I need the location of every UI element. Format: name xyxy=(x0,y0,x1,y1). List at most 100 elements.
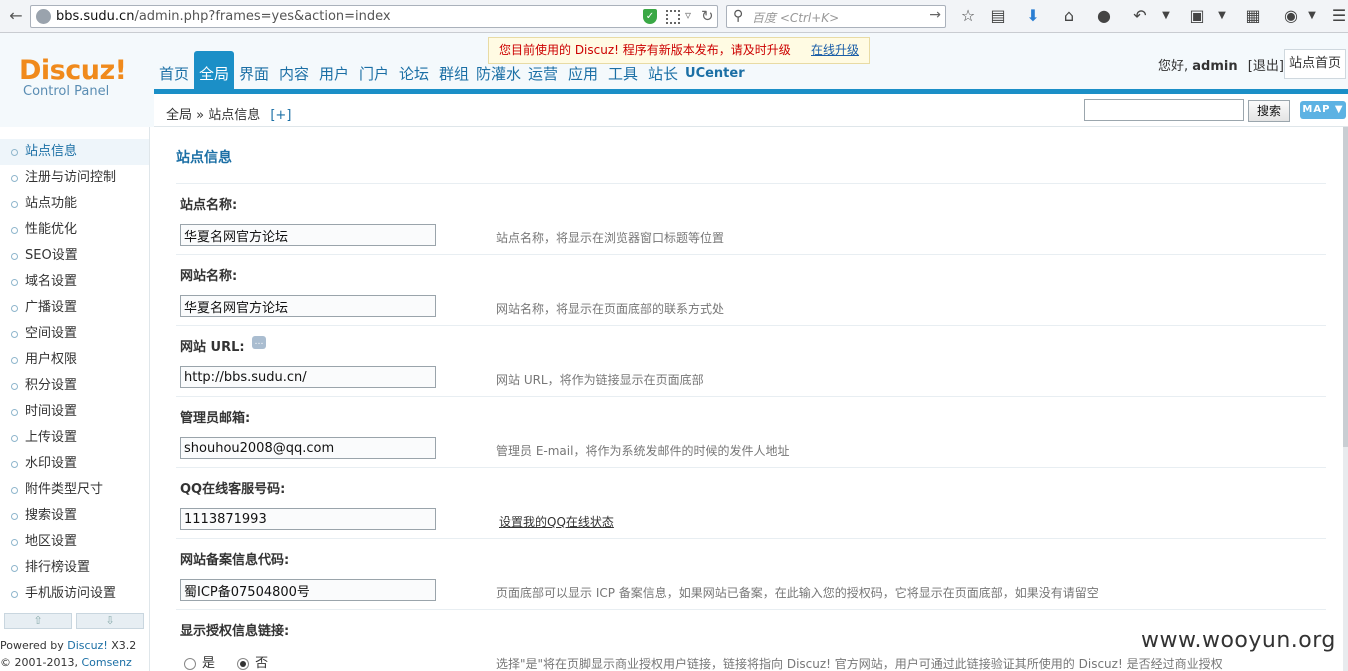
nav-tab-apps[interactable]: 应用 xyxy=(563,59,603,89)
sidebar-item-upload[interactable]: 上传设置 xyxy=(0,425,149,451)
addon-globe-icon[interactable]: ◉ xyxy=(1280,5,1302,27)
sidebar-item-performance[interactable]: 性能优化 xyxy=(0,217,149,243)
auth-no-label[interactable]: 否 xyxy=(255,656,268,671)
scroll-up-arrow-icon[interactable]: ⇧ xyxy=(4,613,72,629)
browser-search-box[interactable]: ⚲ 百度 <Ctrl+K> → xyxy=(726,5,946,28)
site-home-button[interactable]: 站点首页 xyxy=(1284,49,1346,79)
website-name-input[interactable] xyxy=(180,295,436,317)
sidebar-item-watermark[interactable]: 水印设置 xyxy=(0,451,149,477)
bookmark-star-icon[interactable]: ☆ xyxy=(957,5,979,27)
sidebar-item-site-features[interactable]: 站点功能 xyxy=(0,191,149,217)
nav-tab-tools[interactable]: 工具 xyxy=(603,59,643,89)
sidebar-item-seo[interactable]: SEO设置 xyxy=(0,243,149,269)
sidebar-item-domain[interactable]: 域名设置 xyxy=(0,269,149,295)
crop-icon[interactable]: ▣ xyxy=(1186,5,1208,27)
main-nav: 首页 全局 界面 内容 用户 门户 论坛 群组 防灌水 运营 应用 工具 站长 … xyxy=(154,51,747,89)
translate-icon[interactable]: ▦ xyxy=(1242,5,1264,27)
sidebar-item-credits[interactable]: 积分设置 xyxy=(0,373,149,399)
nav-tab-global[interactable]: 全局 xyxy=(194,51,234,89)
sidebar-item-registration[interactable]: 注册与访问控制 xyxy=(0,165,149,191)
nav-tab-operations[interactable]: 运营 xyxy=(523,59,563,89)
undo-icon[interactable]: ↶ xyxy=(1129,5,1151,27)
powered-version: X3.2 xyxy=(107,639,137,652)
scroll-down-arrow-icon[interactable]: ⇩ xyxy=(76,613,144,629)
sidebar-item-time[interactable]: 时间设置 xyxy=(0,399,149,425)
sidebar-item-ranking[interactable]: 排行榜设置 xyxy=(0,555,149,581)
online-upgrade-link[interactable]: 在线升级 xyxy=(811,38,859,63)
hamburger-menu-icon[interactable]: ☰ xyxy=(1328,5,1348,27)
qr-code-icon[interactable] xyxy=(666,10,680,24)
sidebar-item-site-info[interactable]: 站点信息 xyxy=(0,139,149,165)
sidebar-item-user-permissions[interactable]: 用户权限 xyxy=(0,347,149,373)
address-text[interactable]: bbs.sudu.cn/admin.php?frames=yes&action=… xyxy=(56,9,391,24)
help-bubble-icon[interactable]: … xyxy=(252,336,266,349)
page-title: 站点信息 xyxy=(176,150,232,166)
sidebar-item-broadcast[interactable]: 广播设置 xyxy=(0,295,149,321)
discuz-logo[interactable]: Discuz! Control Panel xyxy=(19,55,127,99)
content-scrollbar[interactable] xyxy=(1343,127,1348,671)
map-button[interactable]: MAP ▼ xyxy=(1300,101,1346,119)
dropdown-triangle-icon[interactable]: ▿ xyxy=(685,8,691,22)
icp-row: 网站备案信息代码: 页面底部可以显示 ICP 备案信息，如果网站已备案，在此输入… xyxy=(176,538,1326,609)
website-name-label: 网站名称: xyxy=(180,269,238,284)
admin-email-label: 管理员邮箱: xyxy=(180,411,251,426)
nav-tab-groups[interactable]: 群组 xyxy=(434,59,474,89)
address-bar[interactable]: bbs.sudu.cn/admin.php?frames=yes&action=… xyxy=(30,5,718,28)
admin-email-input[interactable] xyxy=(180,437,436,459)
sidebar-item-region[interactable]: 地区设置 xyxy=(0,529,149,555)
scrollbar-thumb[interactable] xyxy=(1343,127,1348,447)
powered-prefix: Powered by xyxy=(0,639,68,652)
discuz-link[interactable]: Discuz! xyxy=(67,639,107,652)
map-button-label: MAP xyxy=(1302,104,1331,115)
sidebar-item-space[interactable]: 空间设置 xyxy=(0,321,149,347)
nav-tab-users[interactable]: 用户 xyxy=(314,59,354,89)
crop-menu-chevron-icon[interactable]: ▼ xyxy=(1211,5,1233,27)
refresh-icon[interactable]: ↻ xyxy=(701,7,714,25)
discuz-header: Discuz! Control Panel 您目前使用的 Discuz! 程序有… xyxy=(0,33,1348,127)
sidebar-item-mobile[interactable]: 手机版访问设置 xyxy=(0,581,149,607)
back-arrow-icon[interactable]: ← xyxy=(5,5,27,27)
icp-label: 网站备案信息代码: xyxy=(180,553,290,568)
admin-search-input[interactable] xyxy=(1084,99,1244,121)
search-go-arrow-icon[interactable]: → xyxy=(929,7,941,23)
auth-no-radio[interactable] xyxy=(237,657,250,670)
addon-menu-chevron-icon[interactable]: ▼ xyxy=(1301,5,1323,27)
qq-service-input[interactable] xyxy=(180,508,436,530)
breadcrumb: 全局 » 站点信息 [+] xyxy=(166,104,291,123)
nav-tab-content[interactable]: 内容 xyxy=(274,59,314,89)
sidebar-menu: 站点信息 注册与访问控制 站点功能 性能优化 SEO设置 域名设置 广播设置 空… xyxy=(0,139,149,607)
globe-icon xyxy=(36,9,51,24)
icp-input[interactable] xyxy=(180,579,436,601)
admin-search-button[interactable]: 搜索 xyxy=(1248,100,1290,122)
website-name-tip: 网站名称，将显示在页面底部的联系方式处 xyxy=(496,302,725,316)
nav-tab-interface[interactable]: 界面 xyxy=(234,59,274,89)
download-arrow-icon[interactable]: ⬇ xyxy=(1022,5,1044,27)
nav-tab-forum[interactable]: 论坛 xyxy=(394,59,434,89)
site-name-input[interactable] xyxy=(180,224,436,246)
sidebar-scroll-controls: ⇧ ⇩ xyxy=(4,613,146,629)
sidebar: 站点信息 注册与访问控制 站点功能 性能优化 SEO设置 域名设置 广播设置 空… xyxy=(0,127,150,671)
chat-bubble-icon[interactable]: ● xyxy=(1093,5,1115,27)
clipboard-icon[interactable]: ▤ xyxy=(987,5,1009,27)
nav-tab-ucenter[interactable]: UCenter xyxy=(683,59,747,89)
admin-email-row: 管理员邮箱: 管理员 E-mail，将作为系统发邮件的时候的发件人地址 xyxy=(176,396,1326,467)
auth-yes-label[interactable]: 是 xyxy=(202,656,215,671)
undo-menu-chevron-icon[interactable]: ▼ xyxy=(1155,5,1177,27)
nav-tab-home[interactable]: 首页 xyxy=(154,59,194,89)
add-shortcut-link[interactable]: [+] xyxy=(270,108,291,123)
auth-link-label: 显示授权信息链接: xyxy=(180,624,290,639)
auth-yes-radio[interactable] xyxy=(184,657,196,670)
site-url-input[interactable] xyxy=(180,366,436,388)
sidebar-item-attachment-types[interactable]: 附件类型尺寸 xyxy=(0,477,149,503)
shield-check-icon[interactable]: ✓ xyxy=(643,9,657,24)
home-icon[interactable]: ⌂ xyxy=(1058,5,1080,27)
logout-link[interactable]: [退出] xyxy=(1248,59,1284,74)
nav-tab-webmaster[interactable]: 站长 xyxy=(643,59,683,89)
sidebar-item-search[interactable]: 搜索设置 xyxy=(0,503,149,529)
admin-email-tip: 管理员 E-mail，将作为系统发邮件的时候的发件人地址 xyxy=(496,444,790,458)
qq-status-link[interactable]: 设置我的QQ在线状态 xyxy=(499,513,614,530)
nav-tab-portal[interactable]: 门户 xyxy=(354,59,394,89)
user-info: 您好, admin [退出] xyxy=(1158,55,1284,74)
watermark-text: www.wooyun.org xyxy=(1141,628,1336,653)
nav-tab-anti-spam[interactable]: 防灌水 xyxy=(474,59,523,89)
